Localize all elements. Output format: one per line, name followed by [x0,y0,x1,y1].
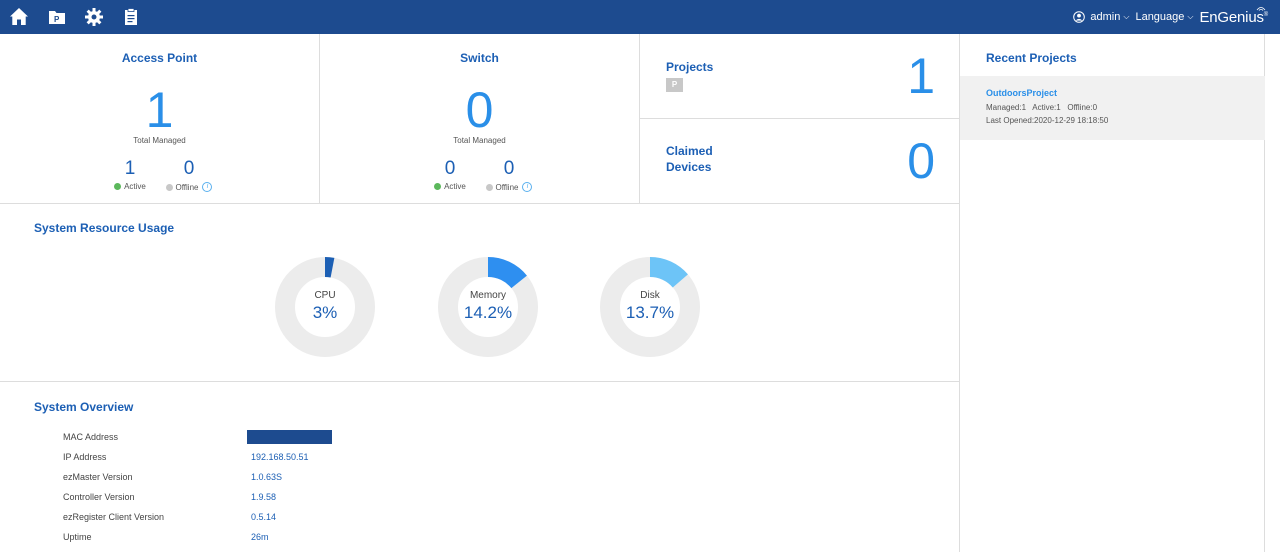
overview-key: ezMaster Version [63,472,133,482]
redacted-mac-value [247,430,332,444]
offline-stat: 0 Offline i [479,158,539,192]
brand-logo: EnGenius® [1199,6,1268,26]
active-dot-icon [114,183,122,190]
overview-value: 0.5.14 [251,512,277,522]
overview-value: 192.168.50.51 [251,452,309,462]
overview-value: 1.9.58 [251,492,277,502]
recent-project-item[interactable]: OutdoorsProject Managed:1 Active:1 Offli… [960,76,1265,140]
donut-percent: 13.7% [625,303,675,322]
active-label: Active [124,182,146,191]
wifi-signal-icon [1256,6,1266,11]
svg-text:P: P [54,15,60,24]
user-icon [1073,11,1086,23]
overview-value: 26m [251,532,269,542]
overview-value: 1.0.63S [251,472,283,482]
top-nav-bar: P admin ⌵ Language ⌵ EnGenius® [0,0,1280,34]
overview-row-mac: MAC Address [63,430,763,446]
projects-title: Projects [666,60,714,74]
active-count[interactable]: 1 [100,158,160,180]
chevron-down-icon: ⌵ [1123,12,1130,21]
recent-project-opened: Last Opened:2020-12-29 18:18:50 [986,116,1109,125]
claimed-title-line1: Claimed [666,144,713,158]
brand-mark: ® [1263,11,1268,18]
switch-total[interactable]: 0 [320,82,639,138]
recent-projects-title: Recent Projects [986,51,1077,65]
access-point-total[interactable]: 1 [0,82,319,138]
recent-project-meta: Managed:1 Active:1 Offline:0 [986,103,1098,112]
system-overview-panel: System Overview MAC Address IP Address 1… [0,382,960,552]
home-icon[interactable] [9,7,29,27]
overview-key: Controller Version [63,492,135,502]
offline-label: Offline [495,182,519,192]
total-managed-label: Total Managed [133,136,186,145]
page-scrollbar[interactable] [1265,34,1280,552]
system-overview-title: System Overview [34,400,134,414]
donut-percent: 14.2% [463,303,513,322]
switch-title: Switch [460,51,499,65]
donut-disk: Disk 13.7% [599,256,701,358]
brand-name: EnGenius [1199,8,1264,26]
project-icon[interactable]: P [47,7,67,27]
overview-key: Uptime [63,532,92,542]
offline-dot-icon [485,183,493,191]
switch-panel: Switch 0 Total Managed 0 Active 0 Offlin… [320,34,640,204]
claimed-title-line2: Devices [666,160,712,174]
active-stat: 0 Active [420,158,480,191]
donut-label: Memory [469,290,507,301]
overview-key: MAC Address [63,432,119,442]
offline-label: Offline [175,182,199,192]
active-dot-icon [434,183,442,190]
offline-dot-icon [165,183,173,191]
access-point-panel: Access Point 1 Total Managed 1 Active 0 … [0,34,320,204]
project-badge-icon: P [666,78,683,92]
clipboard-icon[interactable] [121,7,141,27]
donut-label: Disk [640,290,660,301]
chevron-down-icon: ⌵ [1187,12,1194,21]
overview-row-controller: Controller Version 1.9.58 [63,492,763,506]
donut-label: CPU [314,290,336,301]
language-label: Language [1135,11,1185,23]
overview-key: IP Address [63,452,107,462]
system-resource-title: System Resource Usage [34,221,175,235]
claimed-devices-count[interactable]: 0 [907,131,935,191]
offline-count[interactable]: 0 [479,158,539,180]
active-label: Active [444,182,466,191]
projects-panel[interactable]: Projects P 1 [640,34,960,119]
offline-stat: 0 Offline i [159,158,219,192]
total-managed-label: Total Managed [453,136,506,145]
recent-projects-panel: Recent Projects OutdoorsProject Managed:… [960,34,1265,552]
info-icon[interactable]: i [202,182,213,192]
donut-percent: 3% [312,303,338,322]
overview-row-uptime: Uptime 26m [63,532,763,546]
recent-project-name[interactable]: OutdoorsProject [986,88,1057,98]
active-stat: 1 Active [100,158,160,191]
overview-row-ezregister: ezRegister Client Version 0.5.14 [63,512,763,526]
gear-icon[interactable] [84,7,104,27]
claimed-devices-panel[interactable]: Claimed Devices 0 [640,119,960,204]
user-name: admin [1090,11,1121,23]
donut-memory: Memory 14.2% [437,256,539,358]
access-point-title: Access Point [121,51,198,65]
donut-cpu: CPU 3% [274,256,376,358]
overview-key: ezRegister Client Version [63,512,165,522]
system-resource-panel: System Resource Usage CPU 3% Memory 14.2% Di… [0,204,960,382]
overview-row-ezmaster: ezMaster Version 1.0.63S [63,472,763,486]
claimed-devices-title: Claimed Devices [666,143,713,175]
offline-count[interactable]: 0 [159,158,219,180]
overview-row-ip: IP Address 192.168.50.51 [63,452,763,466]
user-menu[interactable]: admin ⌵ [1073,11,1129,23]
active-count[interactable]: 0 [420,158,480,180]
info-icon[interactable]: i [522,182,533,192]
projects-count[interactable]: 1 [907,46,935,106]
user-area: admin ⌵ Language ⌵ EnGenius® [1073,0,1280,34]
language-menu[interactable]: Language ⌵ [1135,11,1193,23]
